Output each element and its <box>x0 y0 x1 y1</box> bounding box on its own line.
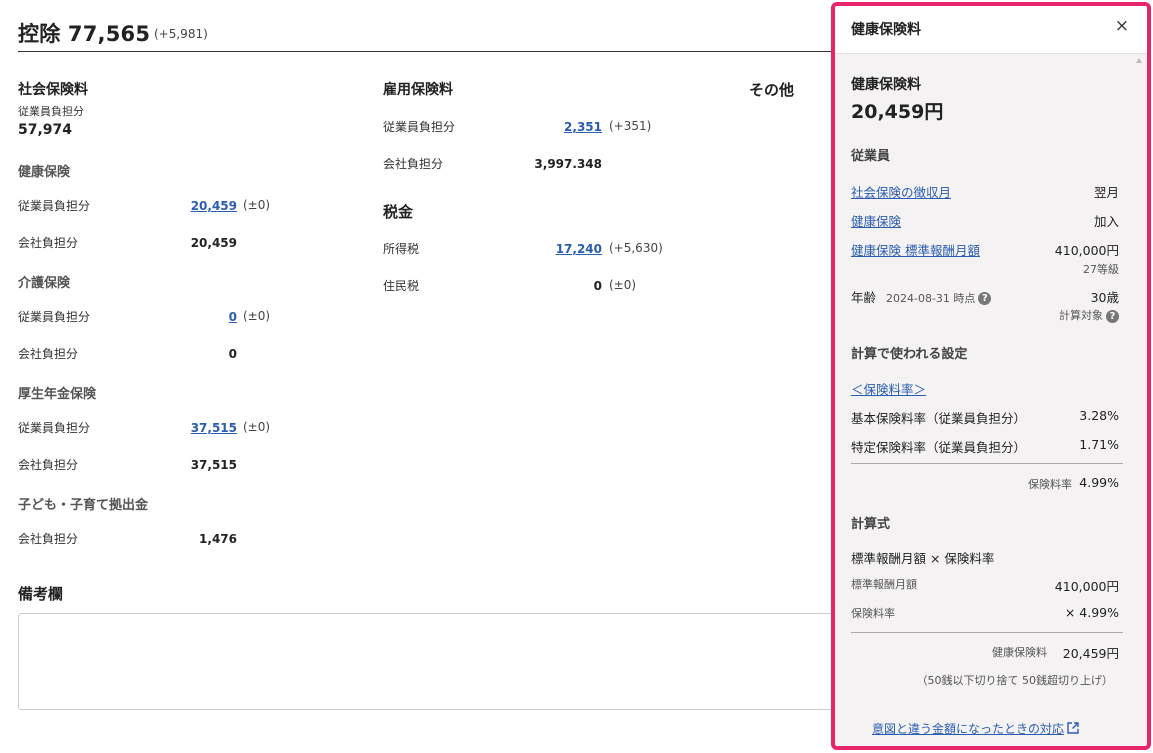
health-emp-link[interactable]: 20,459 <box>191 199 237 213</box>
formula-monthly-label: 標準報酬月額 <box>851 578 917 591</box>
settings-section-title: 計算で使われる設定 <box>851 347 968 362</box>
result-label: 健康保険料 <box>992 646 1047 659</box>
divider <box>851 463 1123 464</box>
basic-rate-label: 基本保険料率（従業員負担分） <box>851 411 1027 426</box>
close-icon[interactable]: × <box>1115 16 1129 36</box>
age-date: 2024-08-31 時点 <box>886 292 976 305</box>
child-co-value: 1,476 <box>199 532 237 546</box>
health-insurance-status: 加入 <box>1093 214 1119 229</box>
formula-monthly-value: 410,000円 <box>1054 579 1119 594</box>
calc-target-row: 計算対象? <box>1059 307 1119 323</box>
resident-tax-diff: (±0) <box>609 278 637 292</box>
calc-target-label: 計算対象 <box>1059 309 1103 322</box>
social-employee-total: 57,974 <box>18 122 73 138</box>
health-emp-diff: (±0) <box>243 198 271 212</box>
rate-total-label: 保険料率 <box>1028 478 1072 491</box>
care-emp-diff: (±0) <box>243 309 271 323</box>
collection-month-link[interactable]: 社会保険の徴収月 <box>851 182 951 201</box>
resident-tax-label: 住民税 <box>383 279 420 293</box>
care-emp-label: 従業員負担分 <box>18 310 91 324</box>
pension-emp-link[interactable]: 37,515 <box>191 421 237 435</box>
child-contribution-title: 子ども・子育て拠出金 <box>18 498 149 513</box>
deduction-total: 控除 77,565 <box>18 22 151 46</box>
employment-emp-label: 従業員負担分 <box>383 120 456 134</box>
notes-textarea[interactable] <box>18 613 838 710</box>
insurance-rate-link[interactable]: ＜保険料率＞ <box>851 379 926 398</box>
standard-monthly-value: 410,000円 <box>1054 243 1119 258</box>
health-insurance-title: 健康保険 <box>18 165 71 180</box>
scroll-up-icon[interactable] <box>1136 58 1142 63</box>
specific-rate-label: 特定保険料率（従業員負担分） <box>851 440 1027 455</box>
employment-insurance-title: 雇用保険料 <box>383 82 453 98</box>
social-employee-label: 従業員負担分 <box>18 105 84 118</box>
other-title: その他 <box>749 81 795 99</box>
panel-header-title: 健康保険料 <box>851 22 921 38</box>
deduction-header: 控除 77,565 (+5,981) <box>18 18 838 52</box>
divider <box>851 632 1123 633</box>
care-emp-link[interactable]: 0 <box>229 310 237 324</box>
health-co-value: 20,459 <box>190 236 237 250</box>
employment-co-label: 会社負担分 <box>383 157 444 171</box>
pension-emp-label: 従業員負担分 <box>18 421 91 435</box>
help-link-label[interactable]: 意図と違う金額になったときの対応 <box>872 722 1064 736</box>
rate-total-value: 4.99% <box>1079 475 1119 490</box>
specific-rate-value: 1.71% <box>1079 437 1119 452</box>
care-co-label: 会社負担分 <box>18 347 79 361</box>
resident-tax-value: 0 <box>593 279 602 293</box>
pension-co-label: 会社負担分 <box>18 458 79 472</box>
pension-co-value: 37,515 <box>190 458 237 472</box>
pension-emp-diff: (±0) <box>243 420 271 434</box>
formula-rate-value: × 4.99% <box>1064 605 1119 620</box>
collection-month-value: 翌月 <box>1093 185 1119 200</box>
standard-monthly-grade: 27等級 <box>1083 263 1119 276</box>
health-insurance-link[interactable]: 健康保険 <box>851 211 901 230</box>
panel-heading: 健康保険料 <box>851 77 921 93</box>
pension-title: 厚生年金保険 <box>18 387 97 402</box>
employment-co-value: 3,997.348 <box>534 157 602 171</box>
social-insurance-title: 社会保険料 <box>18 82 88 98</box>
health-insurance-panel: 健康保険料 × 健康保険料 20,459円 従業員 社会保険の徴収月 翌月 健康… <box>831 2 1151 750</box>
age-row: 年齢 2024-08-31 時点? <box>851 287 992 306</box>
age-label: 年齢 <box>851 290 877 305</box>
formula-section-title: 計算式 <box>851 517 891 532</box>
income-tax-diff: (+5,630) <box>609 241 663 255</box>
help-icon[interactable]: ? <box>1106 309 1119 323</box>
formula-text: 標準報酬月額 × 保険料率 <box>851 551 995 566</box>
help-link[interactable]: 意図と違う金額になったときの対応 <box>872 720 1079 737</box>
tax-title: 税金 <box>383 203 414 221</box>
external-link-icon <box>1067 722 1079 734</box>
health-co-label: 会社負担分 <box>18 236 79 250</box>
panel-amount: 20,459円 <box>851 101 944 123</box>
income-tax-label: 所得税 <box>383 242 420 256</box>
age-value: 30歳 <box>1090 290 1119 305</box>
care-co-value: 0 <box>228 347 237 361</box>
employee-section-title: 従業員 <box>851 149 891 164</box>
result-value: 20,459円 <box>1062 646 1119 661</box>
income-tax-link[interactable]: 17,240 <box>556 242 602 256</box>
help-icon[interactable]: ? <box>978 292 992 305</box>
standard-monthly-link[interactable]: 健康保険 標準報酬月額 <box>851 240 980 259</box>
panel-header: 健康保険料 × <box>835 6 1147 54</box>
employment-emp-diff: (+351) <box>609 119 652 133</box>
child-co-label: 会社負担分 <box>18 532 79 546</box>
formula-rate-label: 保険料率 <box>851 607 895 620</box>
notes-title: 備考欄 <box>18 585 64 603</box>
basic-rate-value: 3.28% <box>1079 408 1119 423</box>
deduction-diff: (+5,981) <box>154 27 208 41</box>
care-insurance-title: 介護保険 <box>18 276 71 291</box>
rounding-note: （50銭以下切り捨て 50銭超切り上げ） <box>916 674 1114 687</box>
health-emp-label: 従業員負担分 <box>18 199 91 213</box>
employment-emp-link[interactable]: 2,351 <box>564 120 602 134</box>
